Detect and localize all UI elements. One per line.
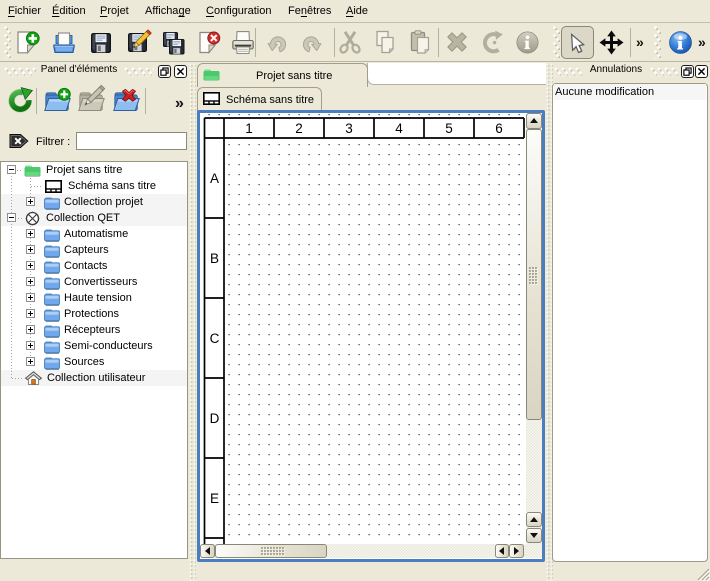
svg-text:B: B bbox=[210, 251, 219, 266]
svg-text:6: 6 bbox=[495, 121, 503, 136]
svg-text:D: D bbox=[210, 411, 220, 426]
svg-text:A: A bbox=[210, 171, 219, 186]
svg-text:C: C bbox=[210, 331, 220, 346]
svg-text:E: E bbox=[210, 491, 219, 506]
svg-text:4: 4 bbox=[395, 121, 403, 136]
svg-text:2: 2 bbox=[295, 121, 303, 136]
svg-text:3: 3 bbox=[345, 121, 353, 136]
svg-text:1: 1 bbox=[245, 121, 253, 136]
svg-text:5: 5 bbox=[445, 121, 453, 136]
